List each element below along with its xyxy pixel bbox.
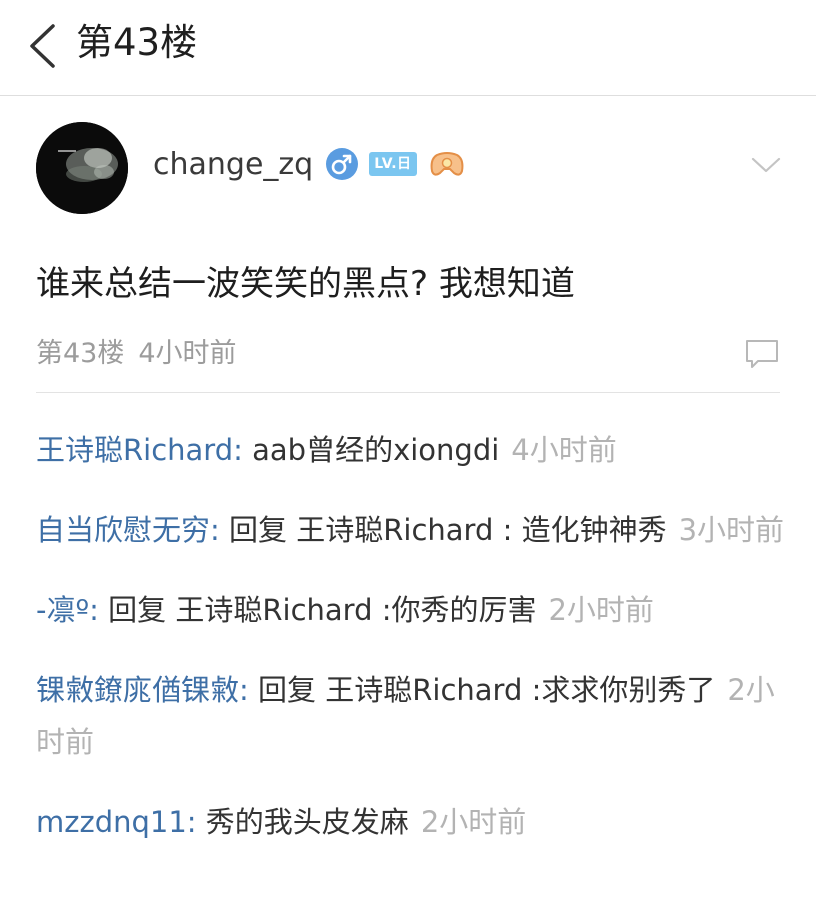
divider <box>36 392 780 393</box>
comment-list: 王诗聪Richard: aab曾经的xiongdi 4小时前 自当欣慰无穷: 回复… <box>36 424 786 848</box>
avatar-image <box>36 122 128 214</box>
gamepad-badge-icon <box>429 149 465 179</box>
post-content: 谁来总结一波笑笑的黑点? 我想知道 <box>36 264 575 304</box>
back-chevron-icon <box>30 24 55 68</box>
comment-item[interactable]: 锞敹鐐庣偤锞敹: 回复 王诗聪Richard :求求你别秀了 2小时前 <box>36 664 786 768</box>
comment-time: 2小时前 <box>548 593 654 627</box>
post-meta: 第43楼 4小时前 <box>36 334 237 374</box>
comment-time: 3小时前 <box>678 513 785 547</box>
author-name[interactable]: change_zq <box>153 147 313 182</box>
comment-text: 回复 王诗聪Richard :求求你别秀了 <box>258 673 716 707</box>
comment-time: 2小时前 <box>420 805 527 839</box>
more-options-button[interactable] <box>748 150 784 180</box>
comment-username[interactable]: 王诗聪Richard <box>36 433 233 467</box>
level-badge: LV.日 <box>369 152 417 176</box>
top-bar: 第43楼 <box>0 0 816 96</box>
comment-text: aab曾经的xiongdi <box>252 433 500 467</box>
comment-username[interactable]: 锞敹鐐庣偤锞敹 <box>36 673 239 707</box>
comment-username[interactable]: -凛º <box>36 593 89 627</box>
avatar[interactable] <box>36 122 128 214</box>
comment-text: 回复 王诗聪Richard : 造化钟神秀 <box>229 513 667 547</box>
comment-separator: : <box>210 513 230 547</box>
male-gender-icon <box>325 147 359 181</box>
comment-username[interactable]: 自当欣慰无穷 <box>36 513 210 547</box>
reply-button[interactable] <box>744 338 780 370</box>
comment-separator: : <box>89 593 109 627</box>
comment-time: 4小时前 <box>511 433 617 467</box>
comment-bubble-icon <box>746 340 778 368</box>
chevron-down-icon <box>751 157 781 173</box>
floor-number: 第43楼 <box>36 338 125 369</box>
comment-item[interactable]: 王诗聪Richard: aab曾经的xiongdi 4小时前 <box>36 424 786 476</box>
comment-item[interactable]: 自当欣慰无穷: 回复 王诗聪Richard : 造化钟神秀 3小时前 <box>36 504 786 556</box>
comment-text: 回复 王诗聪Richard :你秀的厉害 <box>108 593 537 627</box>
comment-item[interactable]: -凛º: 回复 王诗聪Richard :你秀的厉害 2小时前 <box>36 584 786 636</box>
comment-separator: : <box>186 805 206 839</box>
author-row: change_zq LV.日 <box>153 140 475 188</box>
page-title: 第43楼 <box>76 21 198 64</box>
comment-text: 秀的我头皮发麻 <box>205 805 409 839</box>
back-button[interactable] <box>22 18 62 74</box>
comment-separator: : <box>239 673 259 707</box>
comment-username[interactable]: mzzdnq11 <box>36 805 187 839</box>
comment-item[interactable]: mzzdnq11: 秀的我头皮发麻 2小时前 <box>36 796 786 848</box>
post-time: 4小时前 <box>138 338 237 369</box>
comment-separator: : <box>233 433 253 467</box>
